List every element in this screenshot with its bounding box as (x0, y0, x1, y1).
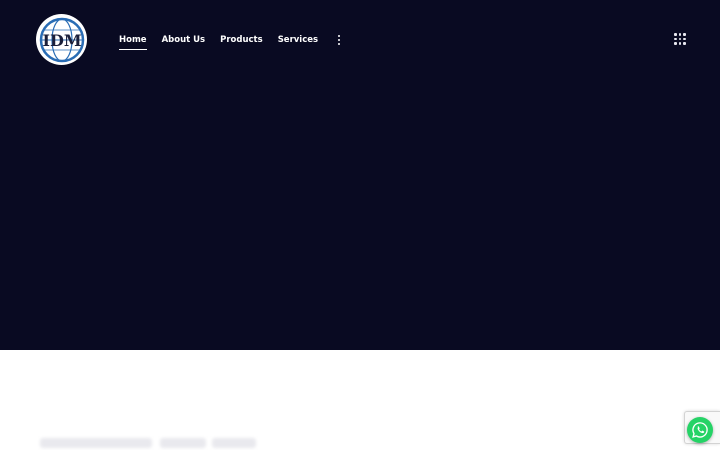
hero-section: IDM Home About Us Products Services (0, 0, 720, 350)
site-header: IDM Home About Us Products Services (0, 0, 720, 80)
main-content (0, 350, 720, 450)
nav-item-about-us[interactable]: About Us (162, 31, 206, 49)
logo-globe-icon: IDM (39, 17, 84, 62)
vertical-dots-icon[interactable] (334, 31, 344, 49)
nav-item-services[interactable]: Services (278, 31, 318, 49)
logo-text: IDM (42, 31, 81, 50)
whatsapp-icon (692, 422, 708, 438)
nav-item-home[interactable]: Home (119, 31, 147, 50)
nav-item-products[interactable]: Products (220, 31, 263, 49)
whatsapp-button[interactable] (687, 417, 713, 443)
site-logo[interactable]: IDM (36, 14, 87, 65)
grid-dots-icon[interactable] (674, 33, 686, 45)
loading-placeholder (40, 438, 152, 448)
loading-placeholder (212, 438, 256, 448)
main-navigation: Home About Us Products Services (119, 30, 344, 50)
loading-placeholder (160, 438, 206, 448)
